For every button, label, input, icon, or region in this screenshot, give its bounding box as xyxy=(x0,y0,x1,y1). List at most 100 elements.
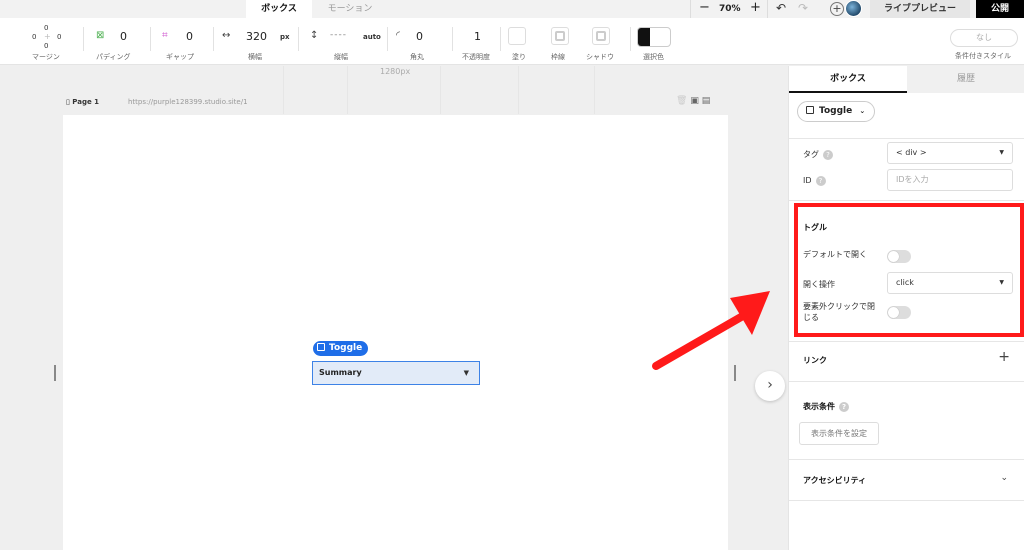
margin-bottom[interactable]: 0 xyxy=(44,42,48,50)
margin-left[interactable]: 0 xyxy=(32,33,36,41)
avatar[interactable] xyxy=(845,0,862,17)
component-type-button[interactable]: Toggle ⌄ xyxy=(797,101,875,122)
redo-icon[interactable]: ↷ xyxy=(798,1,808,15)
toggle-summary[interactable]: Summary ▼ xyxy=(312,361,480,385)
publish-button[interactable]: 公開 xyxy=(976,0,1024,18)
opacity-control[interactable]: 1 不透明度 xyxy=(460,18,500,65)
page-title[interactable]: ▯ Page 1 xyxy=(66,98,99,106)
padding-icon: ⊠ xyxy=(96,30,105,41)
padding-label: パディング xyxy=(96,53,131,61)
gap-value[interactable]: 0 xyxy=(186,30,193,43)
zoom-in-button[interactable]: + xyxy=(750,0,761,16)
fill-control[interactable]: 塗り xyxy=(508,18,532,65)
properties-panel: ボックス 履歴 Toggle ⌄ タグ? < div > ▼ ID? IDを入力… xyxy=(788,66,1024,550)
panel-divider xyxy=(789,459,1024,460)
display-condition-title: 表示条件? xyxy=(803,401,849,412)
document-icon[interactable]: ▤ xyxy=(702,96,711,106)
border-swatch[interactable] xyxy=(551,27,569,45)
zoom-level[interactable]: 70% xyxy=(719,0,741,18)
padding-value[interactable]: 0 xyxy=(120,30,127,43)
tag-label: タグ? xyxy=(803,149,833,160)
grid-line xyxy=(594,66,595,114)
panel-tab-history[interactable]: 履歴 xyxy=(907,66,1024,93)
grid-line xyxy=(347,66,348,114)
set-display-condition-button[interactable]: 表示条件を設定 xyxy=(799,422,879,445)
width-arrows-icon: ↔ xyxy=(222,30,231,41)
panel-divider xyxy=(789,341,1024,342)
property-toolbar: 0 0 + 0 0 マージン ⊠ 0 パディング ⌗ 0 ギャップ ↔ 320 … xyxy=(0,18,1024,65)
toolbar-divider xyxy=(213,27,214,51)
radius-value[interactable]: 0 xyxy=(416,30,423,43)
trash-icon[interactable]: 🗑 xyxy=(676,96,687,106)
selection-color-label: 選択色 xyxy=(643,53,664,61)
toolbar-divider xyxy=(83,27,84,51)
tag-label-text: タグ xyxy=(803,150,819,159)
selection-color-control[interactable]: 選択色 xyxy=(637,18,677,65)
page-url[interactable]: https://purple128399.studio.site/1 xyxy=(128,98,248,106)
tag-select[interactable]: < div > ▼ xyxy=(887,142,1013,164)
panel-divider xyxy=(789,138,1024,139)
conditional-style-select[interactable]: なし xyxy=(950,29,1018,47)
help-icon[interactable]: ? xyxy=(823,150,833,160)
shadow-swatch[interactable] xyxy=(592,27,610,45)
gap-control[interactable]: ⌗ 0 ギャップ xyxy=(162,18,212,65)
radius-label: 角丸 xyxy=(410,53,424,61)
tab-box[interactable]: ボックス xyxy=(246,0,312,18)
height-unit[interactable]: auto xyxy=(363,33,381,41)
tag-value: < div > xyxy=(896,148,927,157)
id-input[interactable]: IDを入力 xyxy=(887,169,1013,191)
id-label-text: ID xyxy=(803,176,812,185)
zoom-out-button[interactable]: − xyxy=(699,0,710,16)
panel-divider xyxy=(789,200,1024,201)
radius-control[interactable]: ◜ 0 角丸 xyxy=(396,18,444,65)
summary-text: Summary xyxy=(319,368,362,377)
height-value[interactable]: ---- xyxy=(330,30,347,40)
page-actions: 🗑 ▣ ▤ xyxy=(676,96,710,106)
margin-right[interactable]: 0 xyxy=(57,33,61,41)
zoom-control: − 70% + xyxy=(690,0,768,18)
add-link-icon[interactable]: + xyxy=(998,349,1010,365)
annotation-highlight-box xyxy=(794,203,1024,337)
panel-tab-box[interactable]: ボックス xyxy=(789,66,907,93)
toolbar-divider xyxy=(387,27,388,51)
toolbar-divider xyxy=(298,27,299,51)
toggle-square-icon xyxy=(317,343,325,351)
margin-cross-icon: + xyxy=(44,32,51,41)
opacity-value[interactable]: 1 xyxy=(474,30,481,43)
fill-swatch[interactable] xyxy=(508,27,526,45)
resize-handle-left[interactable] xyxy=(54,365,56,381)
border-label: 枠線 xyxy=(551,53,565,61)
toggle-component-chip[interactable]: Toggle xyxy=(313,341,369,356)
margin-top[interactable]: 0 xyxy=(44,24,48,32)
width-unit[interactable]: px xyxy=(280,33,290,41)
selection-color-dark xyxy=(638,28,650,46)
device-icon[interactable]: ▣ xyxy=(690,96,699,106)
chevron-down-icon: ⌄ xyxy=(859,107,866,115)
border-control[interactable]: 枠線 xyxy=(550,18,574,65)
height-control[interactable]: ↕ ---- auto 縦幅 xyxy=(310,18,382,65)
grid-line xyxy=(283,66,284,114)
shadow-control[interactable]: シャドウ xyxy=(586,18,620,65)
live-preview-button[interactable]: ライブプレビュー xyxy=(870,0,970,18)
page-title-text: Page 1 xyxy=(72,98,100,106)
accessibility-section-title: アクセシビリティ xyxy=(803,476,867,485)
shadow-swatch-inner xyxy=(596,31,606,41)
toggle-square-icon xyxy=(806,106,814,114)
caret-down-icon: ▼ xyxy=(463,369,469,377)
annotation-arrow xyxy=(652,291,770,370)
width-value[interactable]: 320 xyxy=(246,30,267,43)
padding-control[interactable]: ⊠ 0 パディング xyxy=(96,18,146,65)
help-icon[interactable]: ? xyxy=(839,402,849,412)
artboard[interactable] xyxy=(63,115,728,550)
margin-control[interactable]: 0 0 + 0 0 マージン xyxy=(28,18,68,65)
help-icon[interactable]: ? xyxy=(815,176,826,186)
display-condition-title-text: 表示条件 xyxy=(803,402,835,411)
tab-motion[interactable]: モーション xyxy=(312,0,388,18)
chevron-down-icon[interactable]: ⌄ xyxy=(1000,473,1008,483)
add-member-icon[interactable]: + xyxy=(830,2,844,16)
margin-label: マージン xyxy=(32,53,60,61)
width-control[interactable]: ↔ 320 px 横幅 xyxy=(222,18,292,65)
undo-icon[interactable]: ↶ xyxy=(776,1,786,15)
selection-color-swatch[interactable] xyxy=(637,27,671,47)
opacity-label: 不透明度 xyxy=(462,53,490,61)
